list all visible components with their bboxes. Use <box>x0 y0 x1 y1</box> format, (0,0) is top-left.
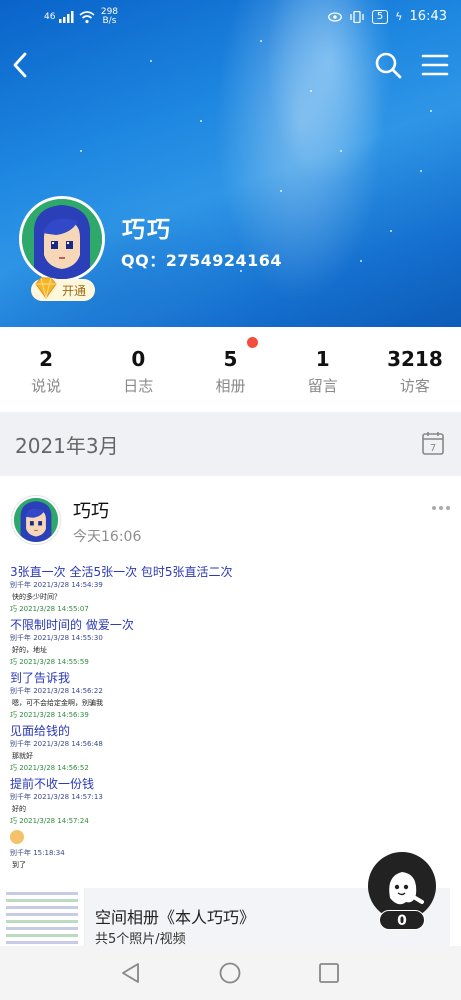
home-circle-icon[interactable] <box>218 961 242 985</box>
vip-label: 开通 <box>61 283 86 298</box>
chat-line-meta2: 巧 2021/3/28 14:55:59 <box>10 658 89 666</box>
chat-line-reply: 好的，地址 <box>12 646 47 654</box>
profile-cover: 46 298 B/s 5 ϟ 16:43 开通 巧巧 QQ：2754924164 <box>0 0 461 327</box>
chat-line-meta1: 别千年 2021/3/28 14:55:30 <box>10 634 103 642</box>
vibrate-icon <box>350 10 364 23</box>
chat-line-msg: 提前不收一份钱 <box>10 777 95 791</box>
chat-line-reply: 那就好 <box>12 752 33 760</box>
stat-value: 0 <box>131 347 146 371</box>
chat-line-meta1: 别千年 15:18:34 <box>10 849 65 857</box>
chat-line-msg: 不限制时间的 做爱一次 <box>10 618 134 632</box>
chat-line-msg: 3张直一次 全活5张一次 包时5张直活二次 <box>10 565 233 579</box>
vip-open-badge[interactable]: 开通 <box>31 277 95 301</box>
calendar-day: 7 <box>430 443 436 454</box>
profile-nickname: 巧巧 <box>122 217 172 243</box>
month-header: 2021年3月 7 <box>0 412 461 476</box>
album-title: 空间相册《本人巧巧》 <box>95 908 256 927</box>
post-author-avatar[interactable] <box>12 496 60 544</box>
album-thumbnail <box>0 888 85 946</box>
calendar-icon[interactable]: 7 <box>422 431 444 455</box>
back-triangle-icon[interactable] <box>119 961 143 985</box>
stat-visitors[interactable]: 3218 访客 <box>369 327 461 412</box>
wifi-icon <box>79 10 95 23</box>
chat-line-meta2: 巧 2021/3/28 14:56:39 <box>10 711 89 719</box>
chat-line-meta2: 巧 2021/3/28 14:55:07 <box>10 605 89 613</box>
stat-blog[interactable]: 0 日志 <box>92 327 184 412</box>
stat-shuoshuo[interactable]: 2 说说 <box>0 327 92 412</box>
chat-line-reply: 到了 <box>12 861 26 869</box>
post-time: 今天16:06 <box>73 529 142 545</box>
avatar-image <box>14 498 58 542</box>
more-options-icon[interactable] <box>431 504 451 512</box>
chat-line-meta1: 别千年 2021/3/28 14:56:22 <box>10 687 103 695</box>
diamond-icon <box>35 277 57 299</box>
chat-line-reply: 快的多少时间？ <box>12 593 61 601</box>
stat-messages[interactable]: 1 留言 <box>277 327 369 412</box>
signal-icon <box>59 11 74 23</box>
stat-label: 相册 <box>215 377 246 395</box>
charging-icon: ϟ <box>395 10 403 23</box>
status-right: 5 ϟ 16:43 <box>327 9 447 24</box>
signal-label: 46 <box>44 12 56 22</box>
stat-album[interactable]: 5 相册 <box>184 327 276 412</box>
chat-emoji <box>10 830 24 844</box>
chat-line-reply: 嗯，可不会给定金啊，别骗我 <box>12 699 103 707</box>
stat-value: 1 <box>315 347 330 371</box>
chat-line-meta1: 别千年 2021/3/28 14:57:13 <box>10 793 103 801</box>
chat-screenshot-image[interactable]: 3张直一次 全活5张一次 包时5张直活二次别千年 2021/3/28 14:54… <box>10 562 240 902</box>
net-speed: 298 B/s <box>99 8 119 26</box>
album-count: 共5个照片/视频 <box>95 932 186 947</box>
recents-square-icon[interactable] <box>317 961 341 985</box>
chevron-left-icon[interactable] <box>6 50 36 80</box>
fab-count-badge: 0 <box>379 910 425 930</box>
month-label: 2021年3月 <box>15 434 119 458</box>
chat-line-msg: 见面给钱的 <box>10 724 71 738</box>
stat-value: 3218 <box>387 347 443 371</box>
net-speed-unit: B/s <box>102 16 117 26</box>
stat-label: 说说 <box>31 377 62 395</box>
chat-line-meta1: 别千年 2021/3/28 14:54:39 <box>10 581 103 589</box>
menu-icon[interactable] <box>420 50 450 80</box>
stat-label: 留言 <box>307 377 338 395</box>
stats-row: 2 说说 0 日志 5 相册 1 留言 3218 访客 <box>0 327 461 412</box>
chat-line-meta1: 别千年 2021/3/28 14:56:48 <box>10 740 103 748</box>
profile-qq-number: QQ：2754924164 <box>121 251 283 270</box>
chat-line-msg: 到了告诉我 <box>10 671 71 685</box>
status-bar: 46 298 B/s 5 ϟ 16:43 <box>0 0 461 34</box>
post-author-name[interactable]: 巧巧 <box>73 497 109 523</box>
status-left: 46 298 B/s <box>44 8 119 26</box>
stat-value: 5 <box>223 347 238 371</box>
chat-line-meta2: 巧 2021/3/28 14:56:52 <box>10 764 89 772</box>
stat-label: 访客 <box>399 377 430 395</box>
eye-icon <box>327 11 342 22</box>
avatar-image <box>22 199 102 279</box>
search-icon[interactable] <box>373 50 403 80</box>
chat-line-reply: 好的 <box>12 805 26 813</box>
stat-label: 日志 <box>123 377 154 395</box>
stat-value: 2 <box>39 347 54 371</box>
chat-line-meta2: 巧 2021/3/28 14:57:24 <box>10 817 89 825</box>
battery-indicator: 5 <box>371 9 389 24</box>
system-nav-bar <box>0 946 461 1000</box>
clock: 16:43 <box>409 9 447 24</box>
profile-avatar[interactable] <box>19 196 105 282</box>
